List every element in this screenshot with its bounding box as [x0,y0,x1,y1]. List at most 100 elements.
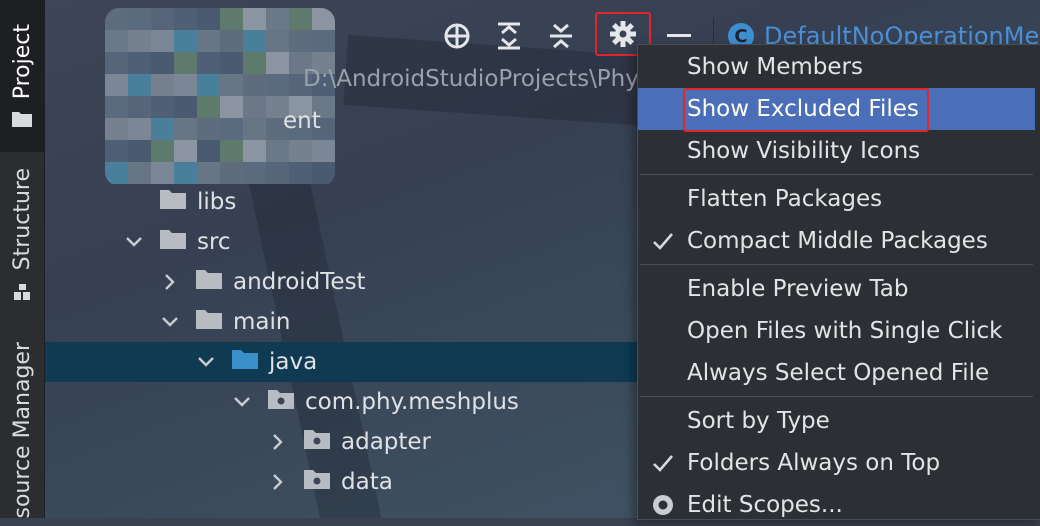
menu-item-label: Edit Scopes... [687,492,843,518]
tool-tab-resource-manager[interactable]: source Manager [0,330,44,518]
tool-tab-project[interactable]: Project [0,0,44,152]
tree-row-label: main [233,309,291,335]
redaction-pixel [174,162,197,184]
redaction-pixel [220,96,243,118]
menu-item-label: Show Members [687,54,863,80]
redaction-pixel [197,96,220,118]
redaction-pixel [151,118,174,140]
locate-button[interactable] [435,14,479,58]
menu-item-label: Show Visibility Icons [687,138,921,164]
checkmark-icon [650,450,676,476]
redaction-pixel [105,140,128,162]
menu-item-show-visibility-icons[interactable]: Show Visibility Icons [638,130,1035,172]
settings-popup-menu: Show Members Show Excluded Files Show Visi… [637,44,1040,520]
menu-item-compact-middle-packages[interactable]: Compact Middle Packages [638,220,1035,262]
redaction-pixel [220,74,243,96]
expand-all-button[interactable] [487,14,531,58]
menu-separator [640,396,1033,397]
redaction-pixel [289,140,312,162]
redaction-pixel [151,96,174,118]
collapse-all-icon [550,23,572,49]
redaction-pixel [174,118,197,140]
menu-item-folders-always-on-top[interactable]: Folders Always on Top [638,442,1035,484]
menu-item-enable-preview-tab[interactable]: Enable Preview Tab [638,268,1035,310]
folder-icon [195,268,223,296]
redaction-pixel [128,118,151,140]
redaction-pixel [128,96,151,118]
tool-tab-project-label: Project [9,24,35,100]
chevron-down-icon[interactable] [123,231,145,253]
redaction-pixel [220,118,243,140]
tool-window-strip: Project Structure source Manager [0,0,45,518]
annotation-highlight-box [683,88,929,132]
redaction-pixel [243,140,266,162]
redaction-pixel [128,162,151,184]
tool-tab-resource-label: source Manager [9,341,35,518]
tree-row-label: java [269,349,318,375]
menu-item-label: Compact Middle Packages [687,228,988,254]
menu-item-flatten-packages[interactable]: Flatten Packages [638,178,1035,220]
folder-icon [12,111,32,127]
gear-icon [610,21,636,47]
redaction-pixel [266,74,289,96]
redaction-pixel [266,162,289,184]
project-path: D:\AndroidStudioProjects\Phy [303,66,639,92]
menu-item-always-select-opened-file[interactable]: Always Select Opened File [638,352,1035,394]
redaction-pixel [105,118,128,140]
locate-icon [444,23,470,49]
menu-item-sort-by-type[interactable]: Sort by Type [638,400,1035,442]
redaction-pixel [197,140,220,162]
redaction-pixel [243,118,266,140]
package-icon [267,388,295,416]
redaction-pixel [312,140,335,162]
collapse-all-button[interactable] [539,14,583,58]
tree-row-label: androidTest [233,269,366,295]
redaction-pixel [174,96,197,118]
redaction-pixel [243,74,266,96]
tree-row-label: data [341,469,393,495]
redaction-pixel [243,162,266,184]
redaction-pixel [197,162,220,184]
chevron-down-icon[interactable] [195,351,217,373]
tree-row-partial: ent [283,108,321,134]
menu-item-label: Always Select Opened File [687,360,990,386]
minimize-icon [667,34,691,37]
folder-icon [159,188,187,216]
menu-item-edit-scopes[interactable]: Edit Scopes... [638,484,1035,526]
chevron-right-icon[interactable] [159,271,181,293]
menu-item-label: Enable Preview Tab [687,276,909,302]
menu-item-open-files-with-single-click[interactable]: Open Files with Single Click [638,310,1035,352]
menu-item-label: Open Files with Single Click [687,318,1003,344]
redaction-pixel [197,74,220,96]
chevron-right-icon[interactable] [267,471,289,493]
tree-row-label: src [197,229,231,255]
menu-separator [640,264,1033,265]
redaction-pixel [312,162,335,184]
folder-icon [195,308,223,336]
menu-item-show-members[interactable]: Show Members [638,46,1035,88]
tool-tab-structure[interactable]: Structure [0,160,44,310]
redaction-pixel [174,140,197,162]
redaction-pixel [151,74,174,96]
redaction-pixel [128,74,151,96]
tree-row-label: com.phy.meshplus [305,389,519,415]
expand-all-icon [498,22,520,50]
redaction-pixel [105,162,128,184]
redaction-pixel [243,96,266,118]
folder-icon [159,228,187,256]
redaction-pixel [151,162,174,184]
menu-item-label: Flatten Packages [687,186,883,212]
redaction-pixel [220,140,243,162]
menu-separator [640,174,1033,175]
source-folder-icon [231,348,259,376]
chevron-down-icon[interactable] [231,391,253,413]
chevron-right-icon[interactable] [267,431,289,453]
redaction-pixel [266,140,289,162]
redaction-pixel [128,140,151,162]
menu-item-label: Sort by Type [687,408,830,434]
tool-tab-structure-label: Structure [9,167,35,271]
redaction-pixel [151,140,174,162]
redaction-pixel [105,74,128,96]
redaction-pixel [174,74,197,96]
chevron-down-icon[interactable] [159,311,181,333]
